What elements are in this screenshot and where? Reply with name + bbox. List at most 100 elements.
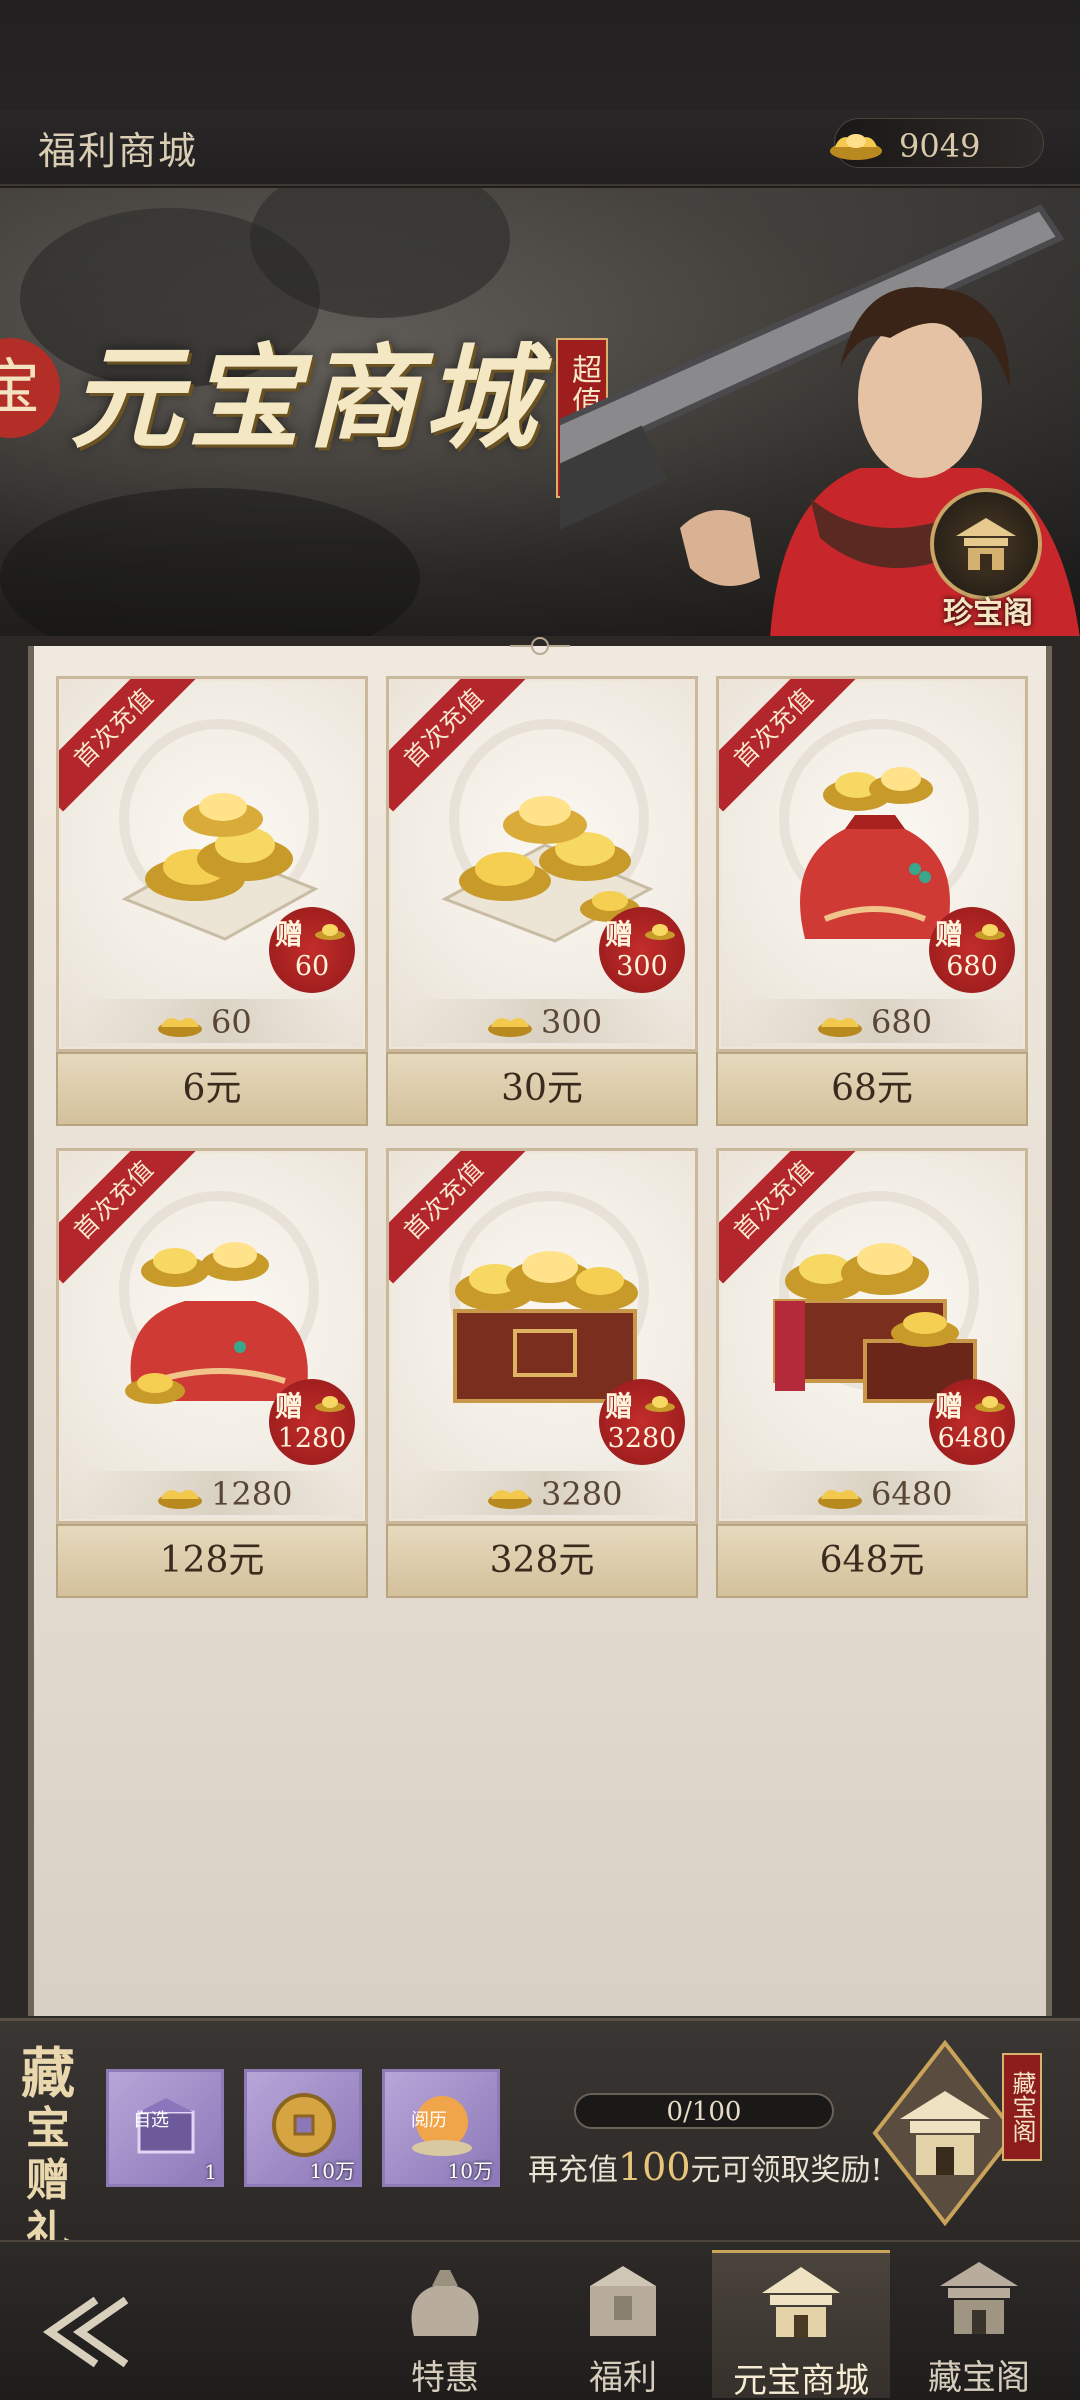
gold-ingot-icon	[975, 924, 1005, 940]
gold-ingot-icon	[818, 1018, 862, 1037]
ingot-amount: 300	[409, 999, 681, 1043]
pavilion-icon	[930, 488, 1042, 600]
reward-item-label: 阅历	[411, 2110, 447, 2131]
ingot-amount-value: 3280	[541, 1475, 623, 1513]
gold-ingot-icon	[830, 134, 882, 160]
product-card[interactable]: 首次充值 赠 1280 1280 128元	[56, 1148, 368, 1598]
gift-title-char: 藏	[21, 2041, 75, 2105]
gold-ingot-icon	[645, 924, 675, 940]
hint-amount: 100	[618, 2145, 691, 2189]
recharge-progress-bar: 0/100	[574, 2093, 834, 2129]
ingot-amount-value: 300	[541, 1003, 603, 1041]
nav-tab-label: 福利	[589, 2358, 657, 2398]
bonus-badge: 赠 1280	[269, 1379, 355, 1465]
product-card[interactable]: 首次充值 赠 60 60 6元	[56, 676, 368, 1126]
nav-tab-welfare[interactable]: 福利	[534, 2250, 712, 2398]
price-button[interactable]: 30元	[386, 1052, 698, 1126]
gift-title-char: 赠	[26, 2155, 70, 2206]
bonus-value: 1280	[277, 1423, 347, 1454]
product-card-face: 首次充值 赠 680 680	[716, 676, 1028, 1052]
copper-coin-icon	[272, 2093, 336, 2157]
treasure-pavilion-entry[interactable]: 藏宝阁	[870, 2033, 1066, 2233]
pavilion-icon	[940, 2262, 1018, 2334]
reward-item-coin[interactable]: 10万	[244, 2069, 362, 2187]
reward-quantity: 10万	[309, 2159, 355, 2183]
reward-quantity: 10万	[447, 2159, 493, 2183]
price-button[interactable]: 328元	[386, 1524, 698, 1598]
currency-amount: 9049	[899, 127, 981, 165]
bonus-label: 赠	[605, 1390, 634, 1423]
recharge-hint: 再充值100元可领取奖励!	[528, 2145, 883, 2189]
bottom-nav: 特惠 福利 元宝商城 藏宝阁	[0, 2240, 1080, 2400]
nav-tab-treasure-pavilion[interactable]: 藏宝阁	[890, 2250, 1068, 2398]
nav-tab-label: 特惠	[411, 2358, 479, 2398]
treasure-pavilion-label: 珍宝阁	[943, 596, 1033, 631]
product-card-face: 首次充值 赠 6480 6480	[716, 1148, 1028, 1524]
nav-tab-label: 藏宝阁	[928, 2358, 1030, 2398]
gold-ingot-icon	[158, 1490, 202, 1509]
gold-ingot-icon	[818, 1490, 862, 1509]
bonus-value: 3280	[607, 1423, 677, 1454]
bonus-label: 赠	[935, 1390, 964, 1423]
bonus-badge: 赠 6480	[929, 1379, 1015, 1465]
nav-tab-ingot-shop[interactable]: 元宝商城	[712, 2250, 890, 2400]
hint-suffix: 元可领取奖励!	[690, 2153, 883, 2188]
page-title: 福利商城	[38, 129, 199, 173]
bonus-badge: 赠 60	[269, 907, 355, 993]
ingot-amount-value: 60	[211, 1003, 252, 1041]
ingot-amount-value: 6480	[871, 1475, 953, 1513]
ingot-amount: 6480	[739, 1471, 1011, 1515]
gold-ingot-icon	[315, 924, 345, 940]
shop-banner: 宝 元宝商城 超值商品 珍宝阁	[0, 188, 1080, 638]
gift-title-char: 宝	[26, 2103, 70, 2154]
currency-display: 9049	[830, 118, 1044, 168]
bonus-value: 6480	[937, 1423, 1007, 1454]
money-bag-icon	[411, 2270, 479, 2336]
header: 福利商城 9049	[0, 110, 1080, 186]
ingot-amount: 1280	[79, 1471, 351, 1515]
banner-title: 元宝商城	[70, 333, 542, 464]
back-arrow-icon[interactable]	[36, 2292, 146, 2372]
price-button[interactable]: 648元	[716, 1524, 1028, 1598]
shop-building-icon	[762, 2267, 840, 2337]
ingot-amount: 3280	[409, 1471, 681, 1515]
bonus-label: 赠	[275, 1390, 304, 1423]
nav-tab-special[interactable]: 特惠	[356, 2250, 534, 2398]
bonus-label: 赠	[275, 918, 304, 951]
gold-ingot-icon	[975, 1396, 1005, 1412]
reward-item-choice-box[interactable]: 自选 1	[106, 2069, 224, 2187]
product-card-face: 首次充值 赠 3280 3280	[386, 1148, 698, 1524]
product-card[interactable]: 首次充值 赠 3280 3280 328元	[386, 1148, 698, 1598]
gold-ingot-icon	[645, 1396, 675, 1412]
nav-tab-label: 元宝商城	[733, 2361, 869, 2400]
price-button[interactable]: 6元	[56, 1052, 368, 1126]
treasure-pavilion-button[interactable]: 珍宝阁	[918, 488, 1058, 638]
bonus-badge: 赠 3280	[599, 1379, 685, 1465]
reward-item-experience[interactable]: 阅历 10万	[382, 2069, 500, 2187]
ingot-amount: 680	[739, 999, 1011, 1043]
product-card-face: 首次充值 赠 300 300	[386, 676, 698, 1052]
reward-quantity: 1	[204, 2160, 217, 2184]
ornament-icon	[510, 637, 570, 655]
treasure-gift-title: 藏 宝 赠 礼	[16, 2041, 80, 2258]
product-card[interactable]: 首次充值 赠 6480 6480 648元	[716, 1148, 1028, 1598]
price-button[interactable]: 68元	[716, 1052, 1028, 1126]
bonus-value: 60	[294, 951, 330, 982]
ingot-amount: 60	[79, 999, 351, 1043]
hint-prefix: 再充值	[528, 2153, 618, 2188]
pavilion-building-icon	[872, 2039, 1018, 2227]
progress-text: 0/100	[666, 2097, 742, 2127]
gold-ingot-icon	[488, 1018, 532, 1037]
bonus-label: 赠	[605, 918, 634, 951]
bonus-value: 300	[616, 951, 668, 982]
product-card-face: 首次充值 赠 1280 1280	[56, 1148, 368, 1524]
bonus-badge: 赠 300	[599, 907, 685, 993]
price-button[interactable]: 128元	[56, 1524, 368, 1598]
gold-ingot-icon	[315, 1396, 345, 1412]
status-bar-area	[0, 0, 1080, 120]
bonus-value: 680	[946, 951, 998, 982]
gift-box-icon	[590, 2266, 656, 2336]
treasure-gift-bar: 藏 宝 赠 礼 自选 1 10万 阅历 10万 0/100 再充值100元可领取…	[0, 2018, 1080, 2258]
product-card[interactable]: 首次充值 赠 300 300 30元	[386, 676, 698, 1126]
product-card[interactable]: 首次充值 赠 680 680 68元	[716, 676, 1028, 1126]
